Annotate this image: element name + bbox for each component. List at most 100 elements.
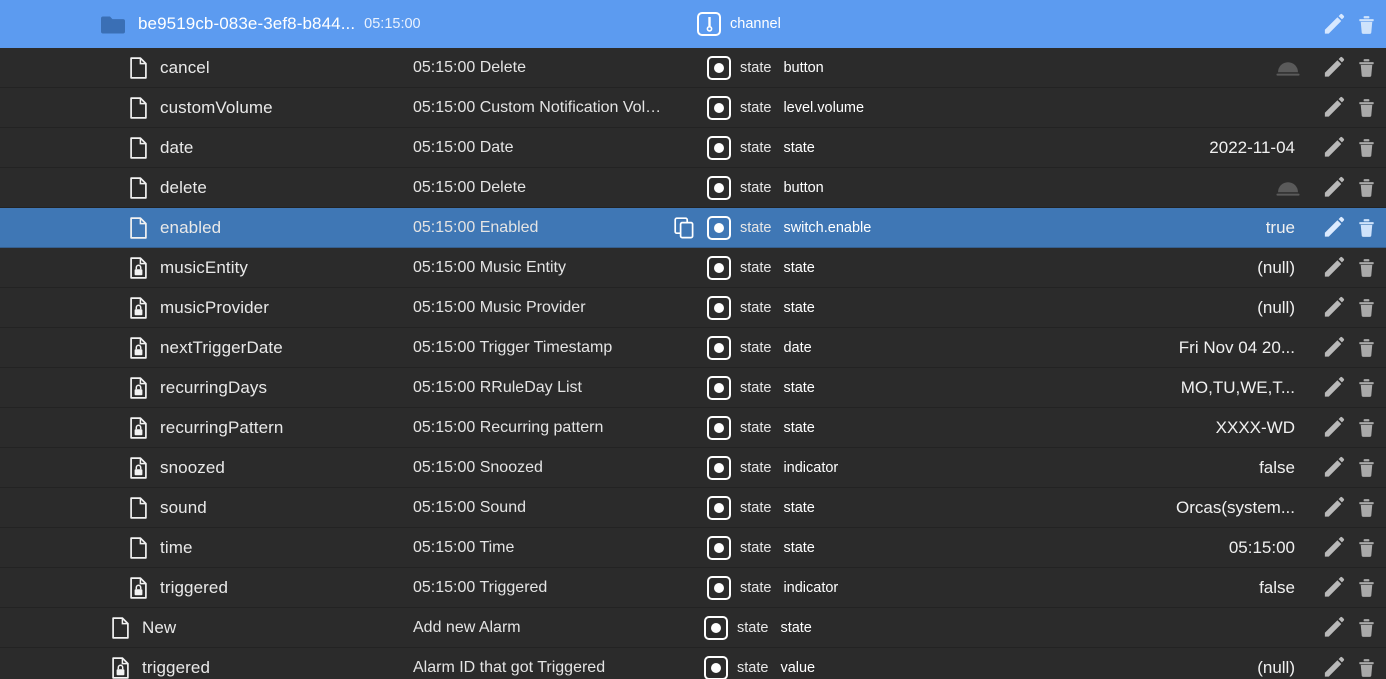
- delete-icon[interactable]: [1355, 416, 1378, 439]
- row-description: 05:15:00 Snoozed: [413, 458, 543, 476]
- row-state-cell[interactable]: state state: [707, 375, 815, 400]
- delete-icon[interactable]: [1355, 13, 1378, 36]
- delete-icon[interactable]: [1355, 56, 1378, 79]
- row-value: (null): [1257, 657, 1295, 677]
- tree-header-row[interactable]: be9519cb-083e-3ef8-b844... 05:15:00 chan…: [0, 0, 1386, 48]
- delete-icon[interactable]: [1355, 176, 1378, 199]
- edit-icon[interactable]: [1322, 616, 1345, 639]
- row-description: 05:15:00 Triggered: [413, 578, 548, 596]
- row-description: 05:15:00 Delete: [413, 58, 526, 76]
- header-channel-badge[interactable]: channel: [697, 12, 781, 36]
- table-row[interactable]: nextTriggerDate 05:15:00 Trigger Timestam…: [0, 328, 1386, 368]
- copy-icon[interactable]: [673, 216, 697, 240]
- row-state-cell[interactable]: state state: [707, 535, 815, 560]
- delete-icon[interactable]: [1355, 536, 1378, 559]
- delete-icon[interactable]: [1355, 256, 1378, 279]
- row-description: 05:15:00 Enabled: [413, 218, 539, 236]
- file-icon: [130, 176, 147, 199]
- table-row[interactable]: date 05:15:00 Date state state 2022-11-04: [0, 128, 1386, 168]
- state-type-label: state: [780, 619, 812, 636]
- table-row[interactable]: time 05:15:00 Time state state 05:15:00: [0, 528, 1386, 568]
- table-row[interactable]: enabled 05:15:00 Enabled state switch.enabl…: [0, 208, 1386, 248]
- delete-icon[interactable]: [1355, 496, 1378, 519]
- row-state-cell[interactable]: state state: [707, 495, 815, 520]
- table-row[interactable]: musicEntity 05:15:00 Music Entity state sta…: [0, 248, 1386, 288]
- delete-icon[interactable]: [1355, 296, 1378, 319]
- delete-icon[interactable]: [1355, 96, 1378, 119]
- edit-icon[interactable]: [1322, 216, 1345, 239]
- row-state-cell[interactable]: state button: [707, 175, 824, 200]
- edit-icon[interactable]: [1322, 456, 1345, 479]
- edit-icon[interactable]: [1322, 416, 1345, 439]
- edit-icon[interactable]: [1322, 296, 1345, 319]
- row-state-cell[interactable]: state state: [707, 255, 815, 280]
- delete-icon[interactable]: [1355, 576, 1378, 599]
- state-dot-icon: [707, 175, 731, 200]
- state-dot-icon: [707, 135, 731, 160]
- table-row[interactable]: recurringDays 05:15:00 RRuleDay List state…: [0, 368, 1386, 408]
- row-state-cell[interactable]: state state: [707, 295, 815, 320]
- row-actions: [1322, 616, 1378, 639]
- table-row[interactable]: triggered Alarm ID that got Triggered stat…: [0, 648, 1386, 679]
- edit-icon[interactable]: [1322, 536, 1345, 559]
- state-kind-label: state: [740, 419, 772, 436]
- delete-icon[interactable]: [1355, 616, 1378, 639]
- row-actions: [1322, 656, 1378, 679]
- row-state-cell[interactable]: state state: [707, 135, 815, 160]
- row-state-cell[interactable]: state button: [707, 55, 824, 80]
- row-name-cell: enabled: [130, 216, 221, 239]
- state-kind-label: state: [740, 539, 772, 556]
- table-row[interactable]: cancel 05:15:00 Delete state button: [0, 48, 1386, 88]
- table-row[interactable]: snoozed 05:15:00 Snoozed state indicator fal…: [0, 448, 1386, 488]
- state-dot-icon: [707, 575, 731, 600]
- delete-icon[interactable]: [1355, 456, 1378, 479]
- edit-icon[interactable]: [1322, 256, 1345, 279]
- delete-icon[interactable]: [1355, 656, 1378, 679]
- edit-icon[interactable]: [1322, 176, 1345, 199]
- row-description: 05:15:00 Delete: [413, 178, 526, 196]
- table-row[interactable]: New Add new Alarm state state: [0, 608, 1386, 648]
- table-row[interactable]: triggered 05:15:00 Triggered state indicato…: [0, 568, 1386, 608]
- row-actions: [1322, 416, 1378, 439]
- edit-icon[interactable]: [1322, 56, 1345, 79]
- table-row[interactable]: musicProvider 05:15:00 Music Provider stat…: [0, 288, 1386, 328]
- edit-icon[interactable]: [1322, 336, 1345, 359]
- row-name-cell: nextTriggerDate: [130, 336, 283, 359]
- row-name-cell: musicEntity: [130, 256, 248, 279]
- table-row[interactable]: customVolume 05:15:00 Custom Notification…: [0, 88, 1386, 128]
- table-row[interactable]: sound 05:15:00 Sound state state Orcas(syste…: [0, 488, 1386, 528]
- row-state-cell[interactable]: state state: [704, 615, 812, 640]
- state-type-label: date: [783, 339, 812, 356]
- delete-icon[interactable]: [1355, 336, 1378, 359]
- delete-icon[interactable]: [1355, 376, 1378, 399]
- row-value: false: [1259, 457, 1295, 477]
- state-kind-label: state: [740, 99, 772, 116]
- channel-icon: [697, 12, 721, 36]
- file-icon: [130, 496, 147, 519]
- row-name-cell: recurringPattern: [130, 416, 284, 439]
- edit-icon[interactable]: [1322, 13, 1345, 36]
- table-row[interactable]: recurringPattern 05:15:00 Recurring patte…: [0, 408, 1386, 448]
- edit-icon[interactable]: [1322, 656, 1345, 679]
- row-description: 05:15:00 Sound: [413, 498, 526, 516]
- delete-icon[interactable]: [1355, 136, 1378, 159]
- state-type-label: button: [783, 179, 824, 196]
- row-state-cell[interactable]: state switch.enable: [707, 215, 871, 240]
- row-state-cell[interactable]: state indicator: [707, 455, 838, 480]
- edit-icon[interactable]: [1322, 96, 1345, 119]
- edit-icon[interactable]: [1322, 376, 1345, 399]
- edit-icon[interactable]: [1322, 136, 1345, 159]
- row-actions: [1322, 176, 1378, 199]
- row-state-cell[interactable]: state state: [707, 415, 815, 440]
- edit-icon[interactable]: [1322, 496, 1345, 519]
- row-state-cell[interactable]: state indicator: [707, 575, 838, 600]
- row-state-cell[interactable]: state date: [707, 335, 812, 360]
- delete-icon[interactable]: [1355, 216, 1378, 239]
- row-state-cell[interactable]: state value: [704, 655, 815, 679]
- row-state-cell[interactable]: state level.volume: [707, 95, 864, 120]
- state-type-label: state: [783, 419, 815, 436]
- table-row[interactable]: delete 05:15:00 Delete state button: [0, 168, 1386, 208]
- thing-property-tree: be9519cb-083e-3ef8-b844... 05:15:00 chan…: [0, 0, 1386, 679]
- state-kind-label: state: [740, 59, 772, 76]
- edit-icon[interactable]: [1322, 576, 1345, 599]
